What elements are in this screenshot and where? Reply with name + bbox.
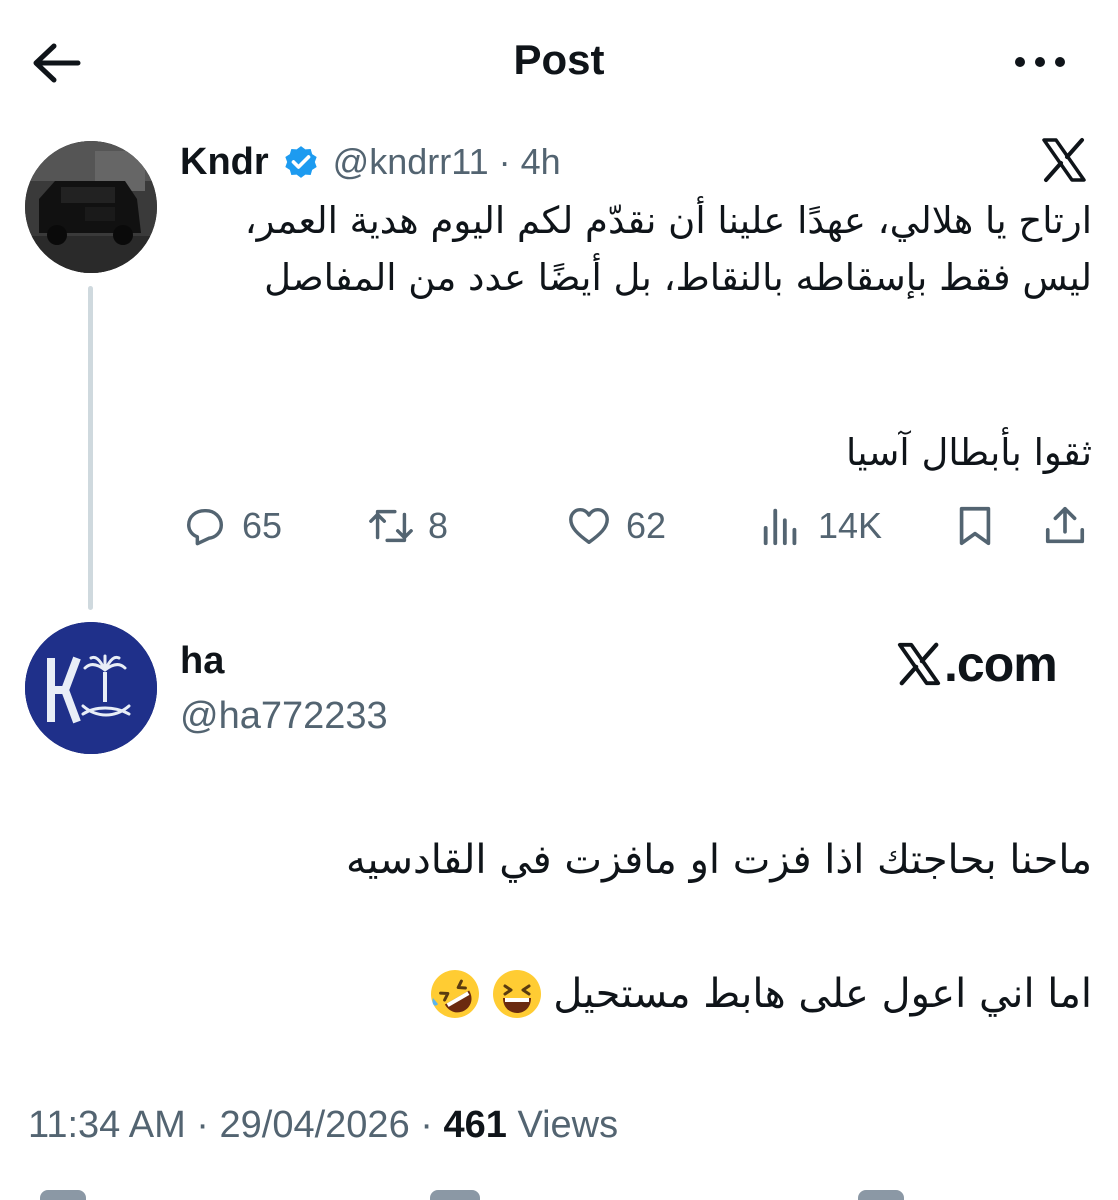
post-text-line: اما اني اعول على هابط مستحيل [553, 971, 1092, 1017]
display-name[interactable]: ha [180, 640, 224, 683]
repost-button[interactable]: 8 [368, 500, 448, 552]
reply-count: 65 [242, 505, 283, 546]
post-time[interactable]: 4h [521, 141, 561, 183]
separator-dot: · [185, 1104, 220, 1146]
views-label: Views [506, 1104, 619, 1146]
views-count: 461 [443, 1104, 507, 1146]
x-logo-icon [1040, 136, 1088, 184]
post-text: ارتاح يا هلالي، عهدًا علينا أن نقدّم لكم… [244, 199, 1092, 299]
reply-button[interactable]: 65 [182, 500, 282, 552]
x-com-watermark: .com [896, 636, 1058, 692]
reply-icon [186, 508, 224, 546]
display-name[interactable]: Kndr [180, 141, 269, 184]
page-title: Post [513, 36, 605, 83]
x-logo-icon [897, 642, 941, 686]
like-button[interactable]: 62 [566, 500, 666, 552]
bookmark-icon-cropped[interactable] [858, 1190, 904, 1200]
separator-dot: · [409, 1104, 444, 1146]
avatar[interactable] [25, 622, 157, 754]
post-date[interactable]: 29/04/2026 [220, 1104, 410, 1146]
bookmark-button[interactable] [952, 500, 998, 552]
views-button[interactable]: 14K [758, 500, 882, 552]
views-count: 14K [818, 505, 883, 546]
rolling-laughing-face-icon [431, 970, 480, 1018]
share-button[interactable] [1042, 500, 1088, 552]
post-text-line: ثقوا بأبطال آسيا [845, 431, 1092, 474]
post-timestamp[interactable]: 11:34 AM [28, 1104, 186, 1146]
analytics-icon [763, 508, 797, 546]
laughing-face-icon [493, 970, 542, 1018]
heart-icon [569, 507, 609, 545]
handle[interactable]: @kndrr11 [333, 141, 489, 183]
verified-badge-icon [284, 146, 317, 178]
post-meta: 11:34 AM · 29/04/2026 · 461 Views [28, 1104, 618, 1147]
separator-dot: · [498, 141, 511, 182]
like-count: 62 [626, 505, 667, 546]
bookmark-icon [959, 506, 991, 546]
parent-post-header: Kndr @kndrr11 · 4h [180, 140, 561, 184]
share-icon [1045, 506, 1085, 544]
repost-icon-cropped[interactable] [430, 1190, 480, 1200]
post-text-line: ماحنا بحاجتك اذا فزت او مافزت في القادسي… [345, 837, 1092, 883]
reply-icon-cropped[interactable] [40, 1190, 86, 1200]
repost-icon [369, 509, 413, 543]
post-text-line-with-emoji: اما اني اعول على هابط مستحيل [180, 964, 1092, 1024]
repost-count: 8 [428, 505, 449, 546]
more-options-icon[interactable] [1008, 40, 1072, 84]
watermark-text: .com [944, 636, 1058, 692]
thread-line [88, 286, 93, 610]
avatar[interactable] [25, 141, 157, 273]
handle[interactable]: @ha772233 [180, 695, 388, 738]
